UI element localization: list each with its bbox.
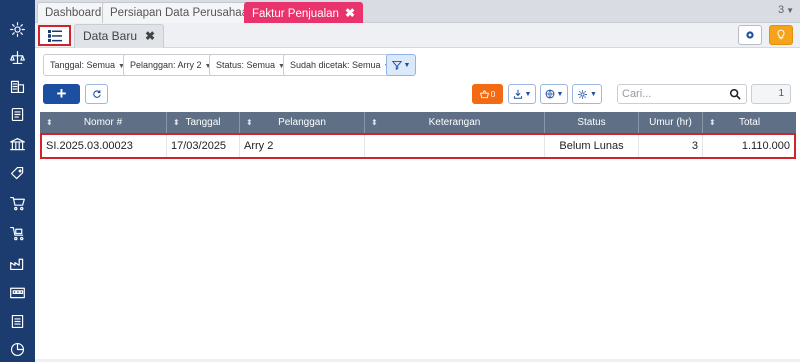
options-button[interactable]: ▼ — [572, 84, 602, 104]
cell-status: Belum Lunas — [545, 135, 639, 157]
funnel-icon — [391, 60, 402, 70]
column-header-pelanggan[interactable]: ⬍ Pelanggan — [240, 112, 365, 133]
gear-icon — [578, 89, 587, 99]
tab-persiapan-data[interactable]: Persiapan Data Perusahaan — [102, 2, 263, 23]
column-header-keterangan[interactable]: ⬍ Keterangan — [365, 112, 545, 133]
filter-tanggal[interactable]: Tanggal: Semua ▼ — [43, 54, 132, 76]
tips-button[interactable] — [769, 25, 793, 45]
refresh-icon — [92, 90, 101, 98]
sort-icon: ⬍ — [709, 118, 716, 127]
warehouse-icon[interactable] — [8, 283, 27, 302]
settings-button[interactable] — [738, 25, 762, 45]
sort-icon: ⬍ — [371, 118, 378, 127]
left-sidebar — [0, 0, 35, 362]
globe-icon — [545, 89, 554, 99]
download-icon — [513, 89, 522, 99]
gear-icon[interactable] — [8, 20, 27, 39]
tab-dashboard[interactable]: Dashboard — [37, 2, 110, 23]
filter-status[interactable]: Status: Semua ▼ — [209, 54, 292, 76]
sub-tab-bar: Data Baru ✖ — [35, 23, 800, 48]
table-row[interactable]: SI.2025.03.00023 17/03/2025 Arry 2 Belum… — [40, 133, 796, 159]
building-icon[interactable] — [8, 77, 27, 96]
report-icon[interactable] — [8, 312, 27, 331]
top-tab-bar: Dashboard Persiapan Data Perusahaan Fakt… — [35, 0, 800, 23]
basket-icon — [479, 89, 489, 98]
advanced-filter-button[interactable]: ▼ — [386, 54, 416, 76]
column-header-nomor[interactable]: ⬍ Nomor # — [40, 112, 167, 133]
close-icon[interactable]: ✖ — [145, 29, 155, 43]
sort-icon: ⬍ — [246, 118, 253, 127]
search-box — [617, 84, 747, 104]
filter-pelanggan[interactable]: Pelanggan: Arry 2▼ — [123, 54, 219, 76]
list-view-button[interactable] — [38, 25, 71, 46]
cell-nomor: SI.2025.03.00023 — [42, 135, 167, 157]
main-panel: Data Baru ✖ Tanggal: Semua ▼ Pelanggan: Ar… — [35, 23, 800, 362]
tab-page-selector[interactable]: 3 ▼ — [778, 4, 794, 16]
search-icon[interactable] — [729, 88, 741, 100]
cart-button[interactable]: 0 — [472, 84, 503, 104]
refresh-button[interactable] — [85, 84, 108, 104]
download-button[interactable]: ▼ — [508, 84, 536, 104]
tab-data-baru[interactable]: Data Baru ✖ — [74, 24, 165, 48]
column-header-umur[interactable]: Umur (hr) — [639, 112, 703, 133]
gear-icon — [746, 31, 754, 39]
cart-box-icon[interactable] — [8, 224, 27, 243]
add-button[interactable]: + — [43, 84, 80, 104]
cell-umur: 3 — [639, 135, 703, 157]
cell-tanggal: 17/03/2025 — [167, 135, 240, 157]
sort-icon: ⬍ — [46, 118, 53, 127]
column-header-total[interactable]: ⬍ Total — [703, 112, 796, 133]
search-input[interactable] — [622, 85, 727, 103]
tag-icon[interactable] — [8, 164, 27, 183]
ledger-icon[interactable] — [8, 105, 27, 124]
table-header: ⬍ Nomor # ⬍ Tanggal ⬍ Pelanggan ⬍ Keterangan… — [40, 112, 796, 133]
chart-icon[interactable] — [8, 340, 27, 359]
page-number-input[interactable]: 1 — [751, 84, 791, 104]
scale-icon[interactable] — [8, 48, 27, 67]
globe-button[interactable]: ▼ — [540, 84, 568, 104]
sort-icon: ⬍ — [173, 118, 180, 127]
cell-keterangan — [365, 135, 545, 157]
filter-sudah-dicetak[interactable]: Sudah dicetak: Semua▼ — [283, 54, 398, 76]
tab-faktur-penjualan[interactable]: Faktur Penjualan ✖ — [244, 2, 364, 23]
bank-icon[interactable] — [8, 135, 27, 154]
close-icon[interactable]: ✖ — [345, 3, 355, 23]
column-header-tanggal[interactable]: ⬍ Tanggal — [167, 112, 240, 133]
column-header-status[interactable]: Status — [545, 112, 639, 133]
lightbulb-icon — [777, 29, 785, 40]
list-icon — [47, 29, 62, 42]
cell-pelanggan: Arry 2 — [240, 135, 365, 157]
cell-total: 1.110.000 — [741, 140, 790, 152]
factory-icon[interactable] — [8, 254, 27, 273]
cart-icon[interactable] — [8, 194, 27, 213]
